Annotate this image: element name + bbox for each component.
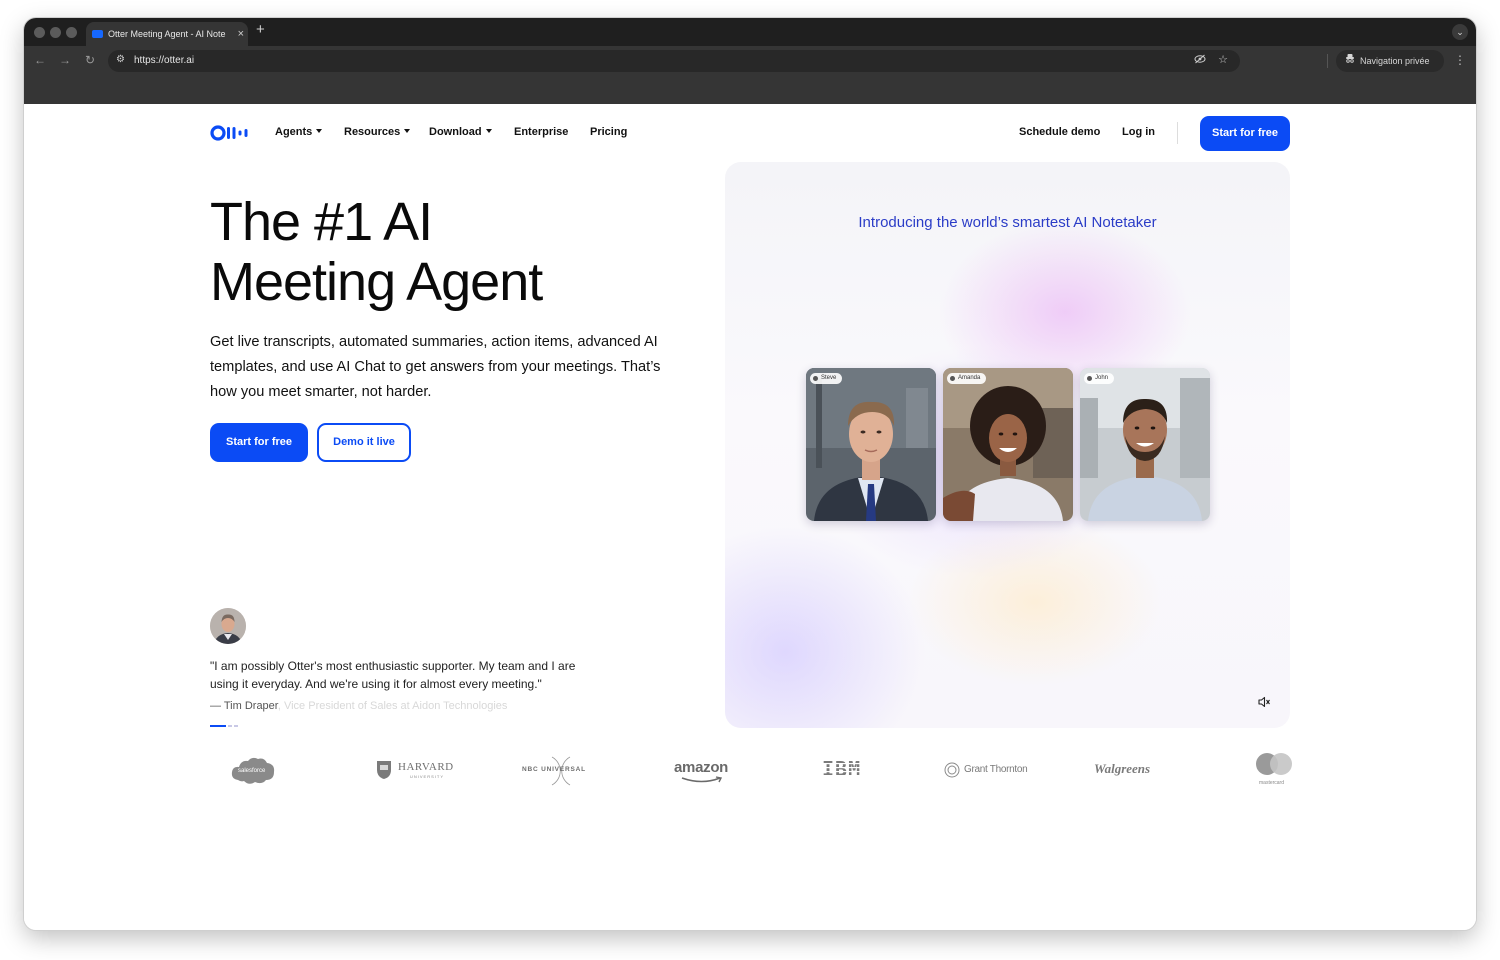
tab-search-chevron-icon[interactable]: ⌄ xyxy=(1452,24,1468,40)
private-label: Navigation privée xyxy=(1360,56,1430,66)
testimonial-carousel-indicator[interactable] xyxy=(210,725,240,743)
walgreens-logo-text: Walgreens xyxy=(1094,761,1151,776)
private-browsing-badge[interactable]: Navigation privée xyxy=(1336,50,1444,72)
salesforce-logo: salesforce xyxy=(230,754,276,798)
minimize-window-dot[interactable] xyxy=(50,27,61,38)
url-text[interactable]: https://otter.ai xyxy=(134,50,194,72)
chevron-down-icon xyxy=(485,129,492,133)
otter-logo-icon[interactable] xyxy=(210,124,252,142)
participant-name-tag: John xyxy=(1084,373,1115,384)
mastercard-logo: mastercard xyxy=(1252,753,1296,798)
new-tab-icon[interactable]: + xyxy=(256,21,265,38)
carousel-dot-active[interactable] xyxy=(210,725,226,727)
incognito-icon xyxy=(1345,50,1355,72)
customer-logos: salesforce HARVARD UNIVERSITY NBC UNIVER… xyxy=(210,753,1292,804)
participant-name-tag: Steve xyxy=(810,373,843,384)
nbc-universal-logo: NBC UNIVERSAL xyxy=(522,754,602,798)
hero-start-free-button[interactable]: Start for free xyxy=(210,423,308,462)
demo-it-live-button[interactable]: Demo it live xyxy=(317,423,411,462)
ibm-logo: IBM xyxy=(820,754,870,798)
salesforce-logo-text: salesforce xyxy=(238,768,266,774)
participant-name-tag: Amanda xyxy=(947,373,987,384)
bookmark-star-icon[interactable]: ☆ xyxy=(1218,53,1228,66)
nbc-universal-logo-text: NBC UNIVERSAL xyxy=(522,766,586,773)
tab-bar: Otter Meeting Agent - AI Note × + ⌄ xyxy=(24,18,1476,46)
chrome-bottom-strip xyxy=(24,76,1476,104)
nav-resources[interactable]: Resources xyxy=(344,126,411,138)
chevron-down-icon xyxy=(316,129,323,133)
grant-thornton-mark-icon xyxy=(944,762,960,778)
harvard-logo-text: HARVARD xyxy=(398,761,454,773)
nav-start-free-button[interactable]: Start for free xyxy=(1200,116,1290,151)
nav-download-label: Download xyxy=(429,126,482,138)
testimonial-author-title: , Vice President of Sales at Aidon Techn… xyxy=(277,700,508,712)
address-bar[interactable]: ⚙ https://otter.ai ☆ xyxy=(108,50,1240,72)
testimonial-attribution: — Tim Draper, Vice President of Sales at… xyxy=(210,700,507,712)
otter-page: Agents Resources Download Enterprise Pri… xyxy=(24,104,1476,930)
walgreens-logo: Walgreens xyxy=(1094,754,1168,798)
log-in-link[interactable]: Log in xyxy=(1122,126,1155,138)
grant-thornton-logo-text: Grant Thornton xyxy=(964,764,1028,775)
carousel-dot[interactable] xyxy=(228,725,232,727)
reload-icon[interactable]: ↻ xyxy=(85,53,95,67)
ibm-stripes-icon xyxy=(820,763,868,777)
chevron-down-icon xyxy=(404,129,411,133)
back-arrow-icon[interactable]: ← xyxy=(34,53,46,67)
participant-tile-amanda: Amanda xyxy=(943,368,1073,521)
harvard-logo: HARVARD UNIVERSITY xyxy=(376,754,464,798)
testimonial-avatar xyxy=(210,608,246,644)
hero-video-card[interactable]: Introducing the world’s smartest AI Note… xyxy=(725,162,1290,728)
eye-slash-icon[interactable] xyxy=(1194,54,1206,67)
harvard-logo-sub: UNIVERSITY xyxy=(410,774,445,779)
amazon-logo-text: amazon xyxy=(674,759,729,776)
zoom-window-dot[interactable] xyxy=(66,27,77,38)
tab-title: Otter Meeting Agent - AI Note xyxy=(108,29,226,39)
participant-tile-john: John xyxy=(1080,368,1210,521)
amazon-smile-icon xyxy=(681,776,723,783)
hero-title-line2: Meeting Agent xyxy=(210,252,543,312)
hero-title-line1: The #1 AI xyxy=(210,192,433,252)
tab-close-icon[interactable]: × xyxy=(238,22,244,46)
forward-arrow-icon[interactable]: → xyxy=(59,53,71,67)
browser-toolbar: ← → ↻ ⚙ https://otter.ai ☆ Navigation pr… xyxy=(24,46,1476,76)
amazon-logo: amazon xyxy=(672,754,734,798)
otter-favicon-icon xyxy=(92,30,103,38)
testimonial-quote: "I am possibly Otter's most enthusiastic… xyxy=(210,659,576,691)
close-window-dot[interactable] xyxy=(34,27,45,38)
nav-resources-label: Resources xyxy=(344,126,401,138)
browser-menu-icon[interactable]: ⋮ xyxy=(1454,53,1466,67)
nav-agents[interactable]: Agents xyxy=(275,126,323,138)
schedule-demo-link[interactable]: Schedule demo xyxy=(1019,126,1100,138)
mastercard-logo-text: mastercard xyxy=(1259,780,1285,786)
video-card-heading: Introducing the world’s smartest AI Note… xyxy=(858,214,1157,231)
hero-subtitle: Get live transcripts, automated summarie… xyxy=(210,334,661,400)
toolbar-divider xyxy=(1327,54,1328,68)
carousel-dot[interactable] xyxy=(234,725,238,727)
participant-tile-steve: Steve xyxy=(806,368,936,521)
nav-pricing[interactable]: Pricing xyxy=(590,126,627,138)
grant-thornton-logo: Grant Thornton xyxy=(944,754,1034,798)
browser-window: Otter Meeting Agent - AI Note × + ⌄ ← → … xyxy=(24,18,1476,930)
testimonial-author: — Tim Draper xyxy=(210,700,278,712)
browser-tab[interactable]: Otter Meeting Agent - AI Note × xyxy=(86,22,248,46)
nav-download[interactable]: Download xyxy=(429,126,492,138)
mute-speaker-icon[interactable] xyxy=(1257,695,1271,709)
nav-enterprise[interactable]: Enterprise xyxy=(514,126,568,138)
nav-divider xyxy=(1177,122,1178,144)
hero-title: The #1 AI Meeting Agent xyxy=(210,192,543,312)
nav-agents-label: Agents xyxy=(275,126,313,138)
site-settings-icon[interactable]: ⚙ xyxy=(116,54,125,65)
